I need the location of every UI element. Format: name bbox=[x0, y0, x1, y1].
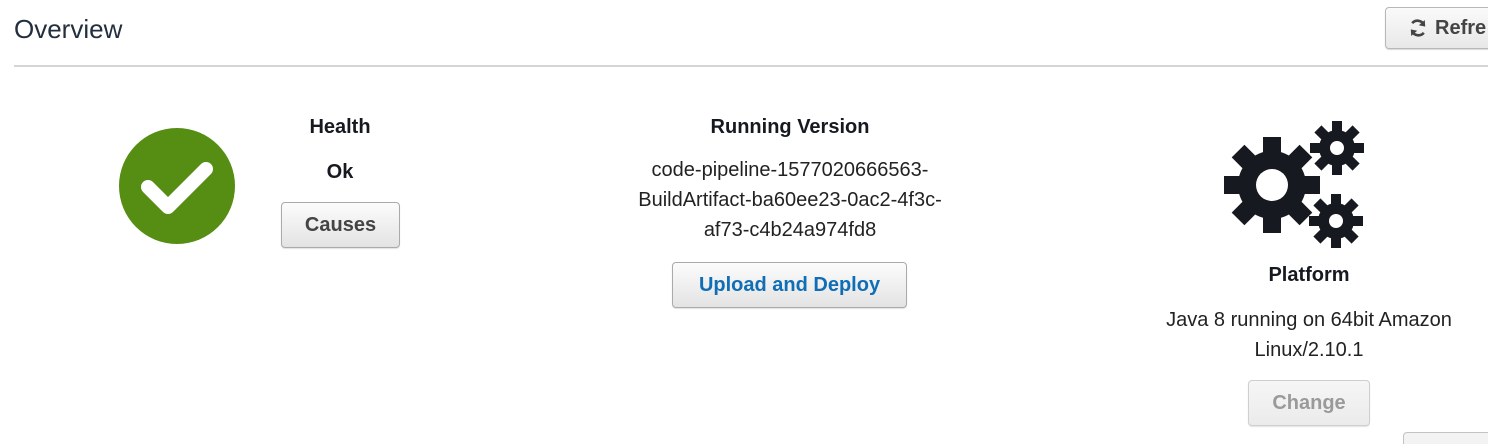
health-title: Health bbox=[309, 116, 371, 138]
refresh-button[interactable]: Refre bbox=[1385, 7, 1488, 49]
version-line: af73-c4b24a974fd8 bbox=[703, 219, 877, 241]
platform-line: Java 8 running on 64bit Amazon bbox=[1166, 309, 1452, 331]
upload-and-deploy-button[interactable]: Upload and Deploy bbox=[672, 262, 907, 308]
health-ok-check-icon bbox=[118, 127, 236, 245]
health-status: Ok bbox=[326, 161, 354, 183]
running-version-label: code-pipeline-1577020666563- BuildArtifa… bbox=[590, 155, 990, 245]
partial-button[interactable] bbox=[1403, 432, 1488, 444]
version-line: BuildArtifact-ba60ee23-0ac2-4f3c- bbox=[638, 189, 942, 211]
change-platform-button[interactable]: Change bbox=[1248, 380, 1370, 426]
environment-overview-page: Overview Refre Health Ok Causes Running … bbox=[0, 0, 1488, 444]
refresh-icon bbox=[1408, 18, 1428, 38]
platform-description: Java 8 running on 64bit Amazon Linux/2.1… bbox=[1119, 305, 1488, 365]
header-divider bbox=[14, 65, 1488, 67]
page-title: Overview bbox=[14, 14, 123, 44]
version-line: code-pipeline-1577020666563- bbox=[651, 159, 929, 181]
refresh-label: Refre bbox=[1435, 16, 1487, 39]
platform-gears-icon bbox=[1224, 121, 1366, 251]
causes-button[interactable]: Causes bbox=[281, 202, 400, 248]
platform-line: Linux/2.10.1 bbox=[1254, 339, 1364, 361]
platform-title: Platform bbox=[1268, 264, 1350, 286]
running-version-title: Running Version bbox=[710, 116, 870, 138]
